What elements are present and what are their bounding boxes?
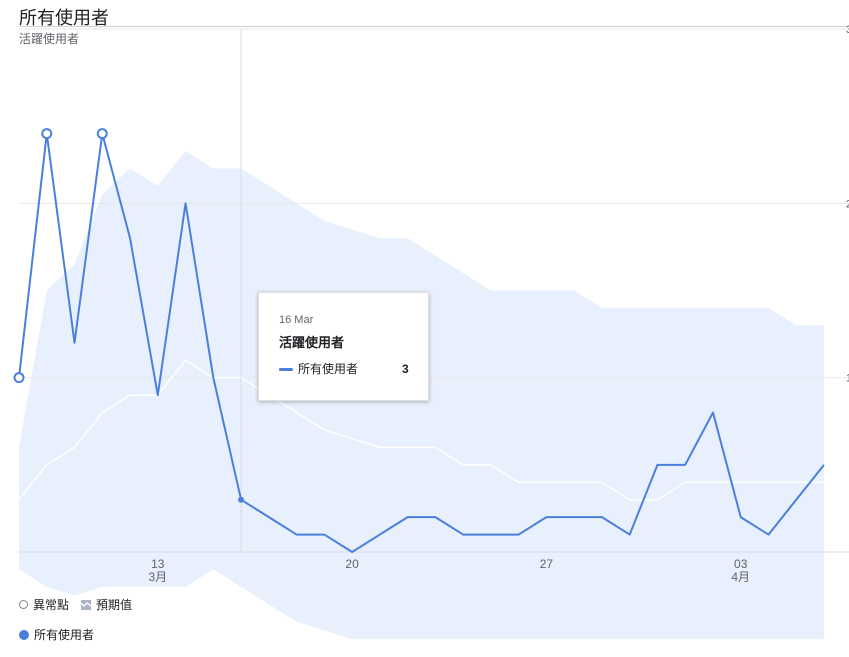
legend-item-expected[interactable]: 預期值 xyxy=(81,596,132,613)
series-dot-icon xyxy=(19,629,29,640)
anomaly-marker xyxy=(41,128,53,140)
anomaly-marker xyxy=(96,128,108,140)
tooltip-series-swatch xyxy=(279,367,293,371)
x-tick-month-label: 3月 xyxy=(148,570,167,584)
legend-row-2: 所有使用者 xyxy=(19,626,106,643)
x-tick-label: 20 xyxy=(345,557,359,571)
highlighted-point xyxy=(238,496,245,503)
x-tick-label: 13 xyxy=(151,557,165,571)
legend-label-series: 所有使用者 xyxy=(34,628,95,642)
tooltip-value: 3 xyxy=(402,362,409,376)
legend-label-expected: 預期值 xyxy=(96,598,133,612)
data-tooltip: 16 Mar 活躍使用者 所有使用者 3 xyxy=(258,292,429,401)
x-tick-label: 27 xyxy=(540,557,554,571)
tooltip-series-name: 所有使用者 xyxy=(298,362,359,376)
y-axis-label: 活躍使用者 xyxy=(19,31,79,46)
legend-label-anomaly: 異常點 xyxy=(33,598,70,612)
x-tick-month-label: 4月 xyxy=(731,570,750,584)
tooltip-date: 16 Mar xyxy=(279,314,314,326)
anomaly-ring-icon xyxy=(19,600,28,609)
legend-item-series[interactable]: 所有使用者 xyxy=(19,626,94,643)
x-tick-label: 03 xyxy=(734,557,748,571)
tooltip-metric: 活躍使用者 xyxy=(279,335,345,350)
expected-band-icon xyxy=(81,599,92,610)
tooltip-row: 所有使用者 3 xyxy=(279,361,428,377)
legend-item-anomaly[interactable]: 異常點 xyxy=(19,596,69,613)
legend-row-1: 異常點 預期值 xyxy=(19,596,144,613)
anomaly-marker xyxy=(13,372,25,384)
